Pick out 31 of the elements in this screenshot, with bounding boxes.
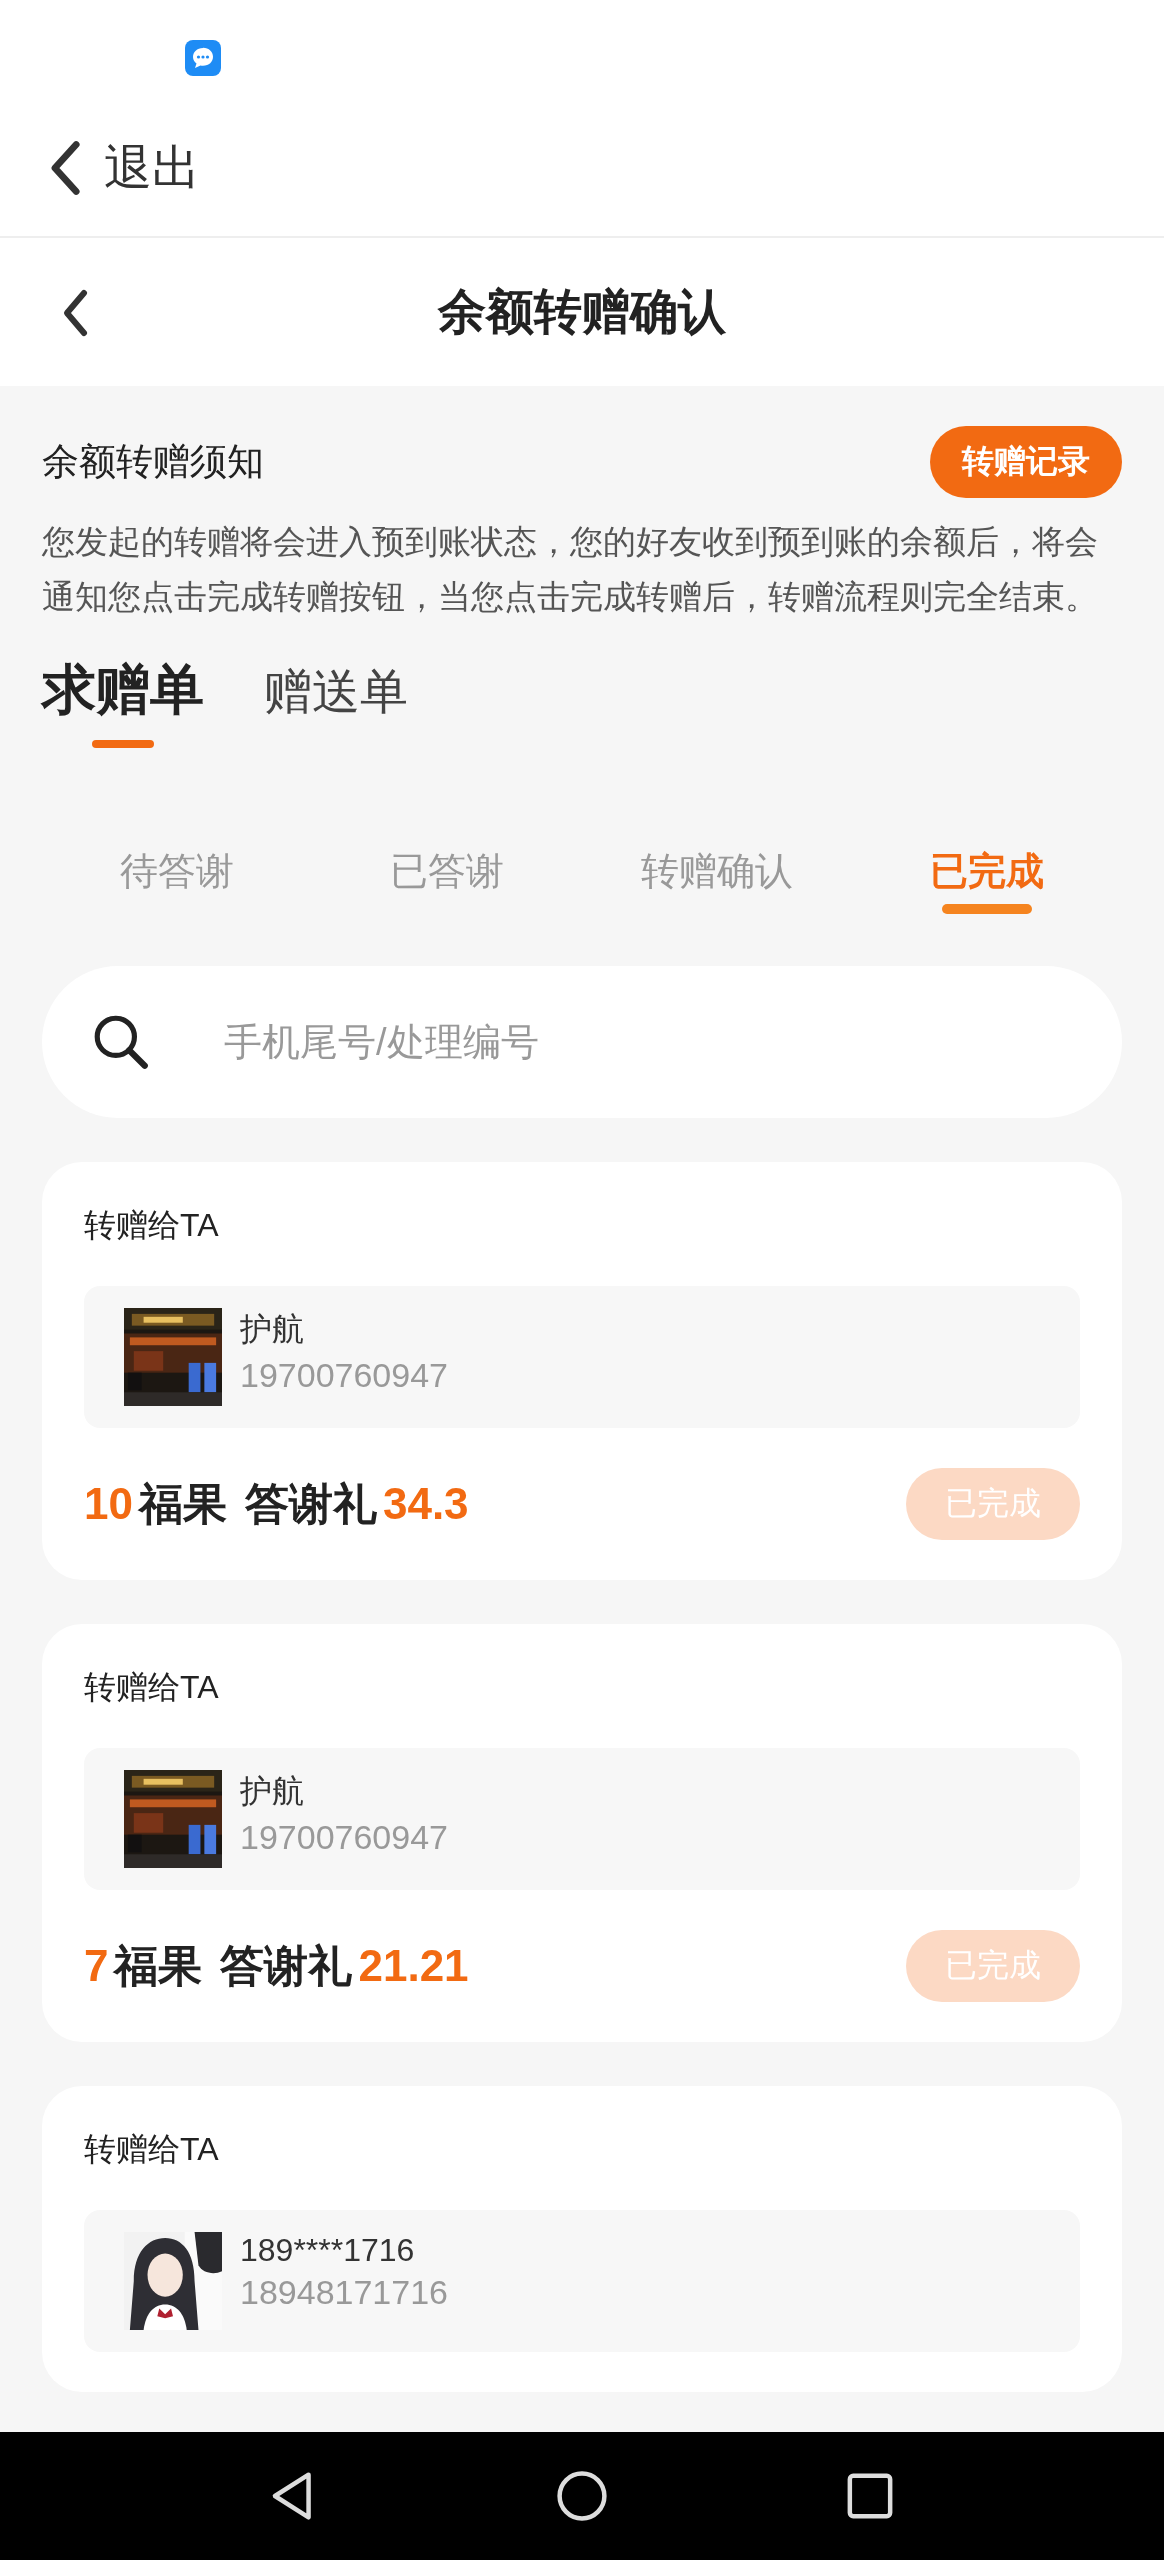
notice-title: 余额转赠须知 <box>42 440 264 484</box>
reward-amount: 34.3 <box>382 1478 469 1529</box>
recipient-name: 189****1716 <box>240 2232 415 2269</box>
status-tab[interactable]: 转赠确认 <box>641 846 793 910</box>
fruit-unit: 福果 <box>114 1939 203 1992</box>
tab[interactable]: 赠送单 <box>264 646 408 776</box>
recipient-name: 护航 <box>240 1772 304 1811</box>
tab[interactable]: 求赠单 <box>42 646 204 776</box>
transfer-records-button[interactable]: 转赠记录 <box>930 426 1122 498</box>
page-title: 余额转赠确认 <box>438 284 726 340</box>
message-app-icon <box>185 40 221 76</box>
recipient-phone: 19700760947 <box>240 1356 448 1395</box>
recipient-phone: 19700760947 <box>240 1818 448 1857</box>
search-field[interactable]: 手机尾号/处理编号 <box>42 966 1122 1118</box>
reward-label: 答谢礼 <box>244 1477 377 1530</box>
fruit-unit: 福果 <box>138 1477 227 1530</box>
reward-label: 答谢礼 <box>220 1939 353 1992</box>
fruit-count: 7 <box>84 1940 109 1991</box>
exit-button[interactable]: 退出 <box>48 136 200 200</box>
notice-text: 您发起的转赠将会进入预到账状态，您的好友收到预到账的余额后，将会通知您点击完成转赠按钮，当您点击完成转赠后，转赠流程则完全结束。 <box>42 522 1099 617</box>
status-tab[interactable]: 已答谢 <box>390 846 504 910</box>
record-heading: 转赠给TA <box>84 1206 220 1245</box>
recipient-phone: 18948171716 <box>240 2273 448 2312</box>
back-icon <box>48 140 82 196</box>
recipient-name: 护航 <box>240 1310 304 1349</box>
status-tab[interactable]: 待答谢 <box>120 846 234 910</box>
reward-amount: 21.21 <box>358 1940 469 1991</box>
record-heading: 转赠给TA <box>84 2130 220 2169</box>
fruit-count: 10 <box>84 1478 133 1529</box>
record-heading: 转赠给TA <box>84 1668 220 1707</box>
home-icon[interactable] <box>554 2468 610 2524</box>
